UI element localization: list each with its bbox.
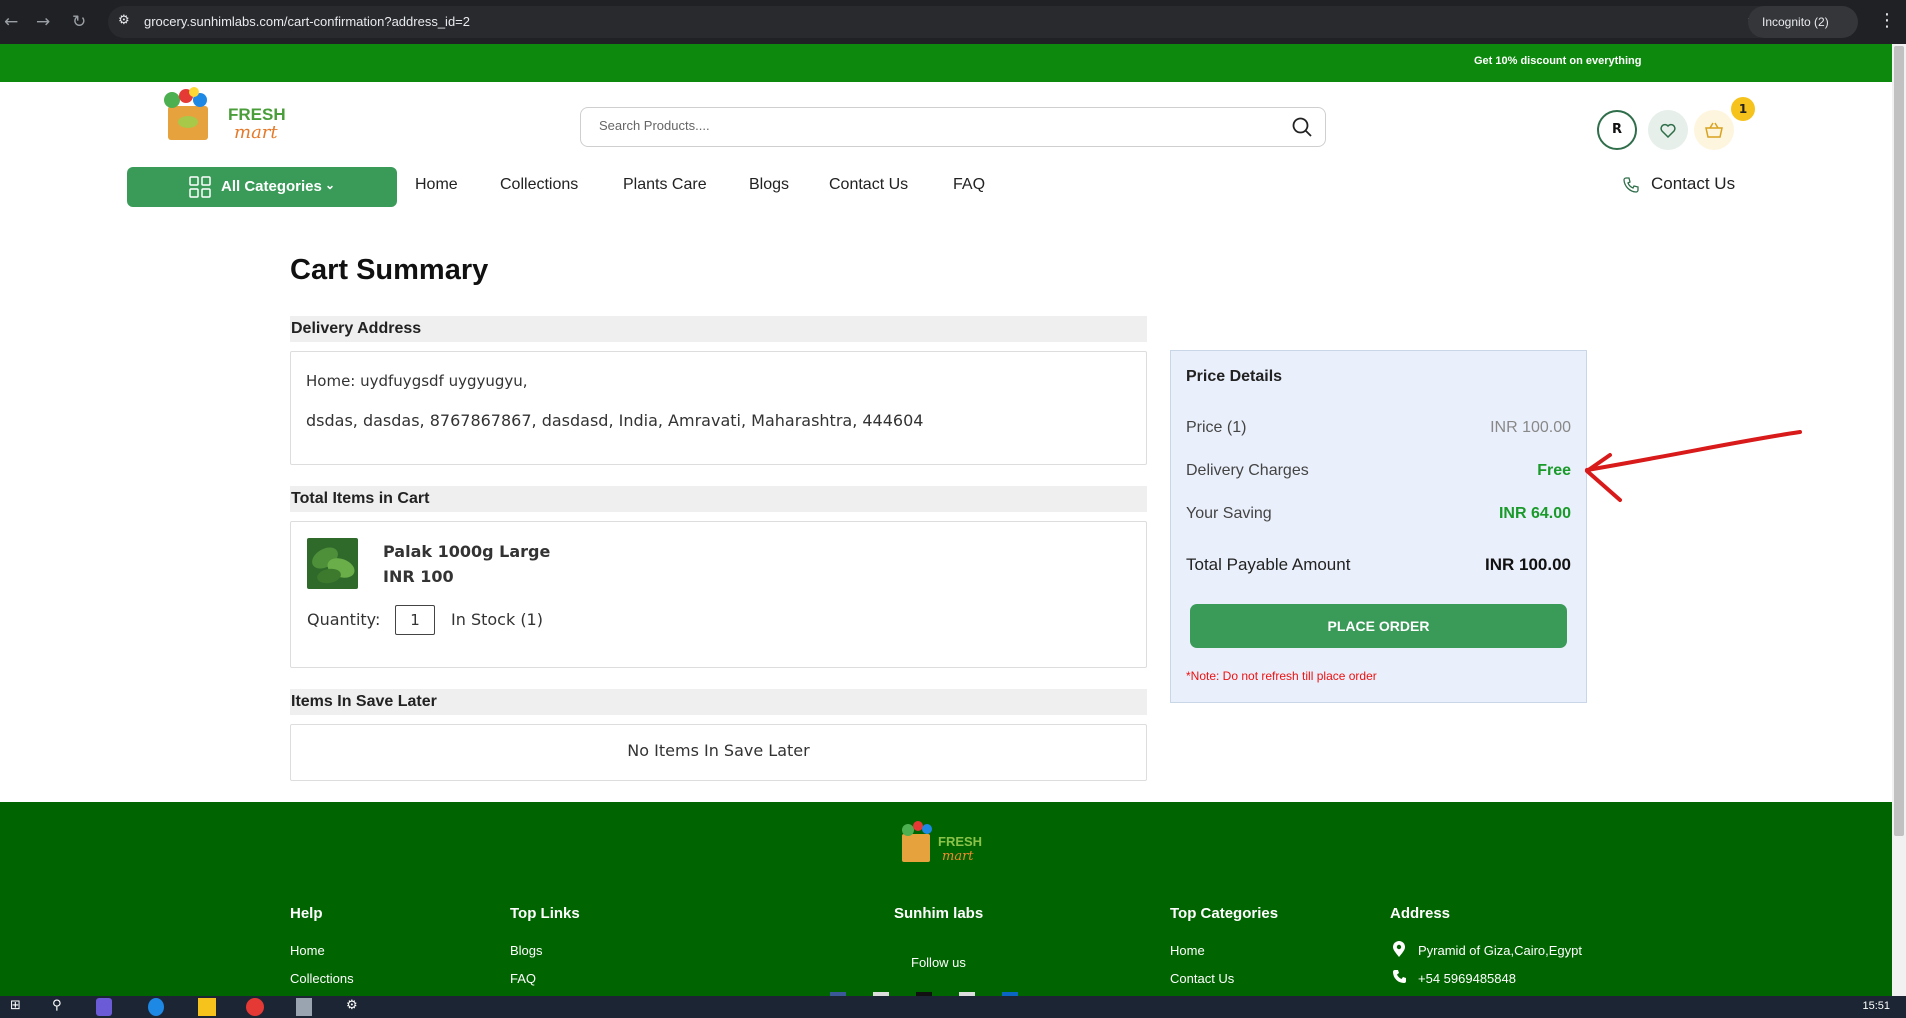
footer-brand-heading: Sunhim labs — [894, 905, 984, 922]
footer-category-link[interactable]: Contact Us — [1170, 971, 1234, 986]
back-icon[interactable]: ← — [4, 12, 18, 32]
file-explorer-icon[interactable] — [198, 998, 216, 1016]
footer-top-categories-heading: Top Categories — [1170, 905, 1279, 922]
all-categories-button[interactable]: All Categories ⌄ — [127, 167, 397, 207]
quantity-input[interactable]: 1 — [395, 605, 435, 635]
phone-icon — [1623, 177, 1639, 193]
saving-label: Your Saving — [1186, 505, 1272, 522]
taskbar-clock: 15:51 — [1862, 1000, 1890, 1012]
total-payable-label: Total Payable Amount — [1186, 555, 1351, 574]
delivery-charges-value: Free — [1537, 462, 1571, 479]
product-image[interactable] — [307, 538, 358, 589]
search-icon[interactable]: ⚲ — [52, 998, 74, 1016]
saving-value: INR 64.00 — [1498, 505, 1571, 522]
footer-top-links-heading: Top Links — [510, 905, 580, 922]
stock-status: In Stock (1) — [451, 610, 543, 629]
footer-address-heading: Address — [1390, 905, 1451, 922]
page-scrollbar-thumb[interactable] — [1894, 46, 1904, 836]
footer-help-link[interactable]: Home — [290, 943, 325, 958]
svg-text:mart: mart — [942, 849, 974, 864]
nav-faq[interactable]: FAQ — [953, 176, 985, 194]
delivery-address-card — [290, 351, 1147, 465]
cart-count-badge: 1 — [1731, 97, 1755, 121]
save-later-empty-text: No Items In Save Later — [627, 741, 810, 760]
nav-contact-us[interactable]: Contact Us — [829, 176, 908, 194]
product-price: INR 100 — [383, 567, 454, 586]
refresh-warning-note: *Note: Do not refresh till place order — [1186, 669, 1377, 683]
fresh-mart-logo[interactable]: FRESH mart — [150, 86, 290, 146]
product-name[interactable]: Palak 1000g Large — [383, 542, 550, 561]
basket-icon — [1705, 122, 1723, 138]
notepad-icon[interactable] — [296, 998, 312, 1016]
footer-logo[interactable]: FRESH mart — [896, 816, 996, 866]
location-pin-icon — [1393, 941, 1405, 957]
address-bar[interactable]: ⚙ grocery.sunhimlabs.com/cart-confirmati… — [108, 6, 1774, 38]
windows-start-icon[interactable]: ⊞ — [10, 998, 32, 1016]
chrome-icon[interactable] — [246, 998, 264, 1016]
price-details-panel — [1170, 350, 1587, 703]
svg-text:FRESH: FRESH — [938, 834, 982, 849]
delivery-address-heading: Delivery Address — [290, 316, 1147, 342]
search-input[interactable] — [599, 118, 1199, 133]
total-items-heading: Total Items in Cart — [290, 486, 1147, 512]
footer-address-location: Pyramid of Giza,Cairo,Egypt — [1418, 943, 1583, 958]
delivery-charges-label: Delivery Charges — [1186, 462, 1309, 479]
footer-top-link[interactable]: Blogs — [510, 943, 543, 958]
reload-icon[interactable]: ↻ — [72, 12, 86, 32]
footer-category-link[interactable]: Home — [1170, 943, 1205, 958]
cart-button[interactable] — [1694, 110, 1734, 150]
site-info-icon[interactable]: ⚙ — [118, 13, 130, 28]
chevron-down-icon: ⌄ — [325, 178, 336, 192]
nav-home[interactable]: Home — [415, 176, 458, 194]
quantity-label: Quantity: — [307, 610, 381, 629]
browser-menu-icon[interactable]: ⋮ — [1878, 10, 1896, 31]
page-title: Cart Summary — [290, 254, 489, 286]
user-avatar[interactable]: R — [1597, 110, 1637, 150]
address-line-1: Home: uydfuygsdf uygyugyu, — [306, 372, 528, 390]
price-label: Price (1) — [1186, 419, 1247, 436]
nav-collections[interactable]: Collections — [500, 176, 578, 194]
footer-follow-us: Follow us — [911, 955, 966, 970]
annotation-arrow-icon — [1585, 430, 1802, 502]
address-line-2: dsdas, dasdas, 8767867867, dasdasd, Indi… — [306, 411, 924, 430]
footer-address-phone: +54 5969485848 — [1418, 971, 1516, 986]
all-categories-label: All Categories — [221, 178, 322, 195]
nav-blogs[interactable]: Blogs — [749, 176, 789, 194]
url-text: grocery.sunhimlabs.com/cart-confirmation… — [144, 14, 470, 29]
heart-icon — [1660, 123, 1676, 138]
copilot-icon[interactable] — [96, 998, 112, 1016]
forward-icon[interactable]: → — [36, 12, 50, 32]
phone-icon — [1393, 970, 1406, 983]
browser-toolbar: ← → ↻ ⚙ grocery.sunhimlabs.com/cart-conf… — [0, 0, 1906, 44]
search-icon[interactable] — [1291, 116, 1313, 142]
footer-help-link[interactable]: Collections — [290, 971, 354, 986]
header-contact-label: Contact Us — [1651, 174, 1736, 193]
nav-plants-care[interactable]: Plants Care — [623, 176, 707, 194]
incognito-indicator[interactable]: Incognito (2) — [1748, 6, 1858, 38]
price-details-title: Price Details — [1186, 368, 1283, 385]
grid-icon — [189, 176, 211, 202]
incognito-label: Incognito (2) — [1762, 15, 1829, 29]
footer-top-link[interactable]: FAQ — [510, 971, 536, 986]
edge-icon[interactable] — [148, 998, 164, 1016]
wishlist-button[interactable] — [1648, 110, 1688, 150]
svg-text:mart: mart — [234, 122, 278, 143]
total-payable-value: INR 100.00 — [1485, 555, 1571, 574]
footer-help-heading: Help — [290, 905, 323, 922]
settings-gear-icon[interactable]: ⚙ — [346, 998, 368, 1016]
place-order-button[interactable]: PLACE ORDER — [1190, 604, 1567, 648]
promo-text: Get 10% discount on everything — [1474, 55, 1642, 67]
price-value: INR 100.00 — [1490, 419, 1571, 436]
promo-banner: Get 10% discount on everything — [0, 44, 1892, 82]
os-taskbar: ⊞ ⚲ ⚙ 15:51 — [0, 996, 1906, 1018]
search-bar — [580, 107, 1326, 147]
save-later-heading: Items In Save Later — [290, 689, 1147, 715]
